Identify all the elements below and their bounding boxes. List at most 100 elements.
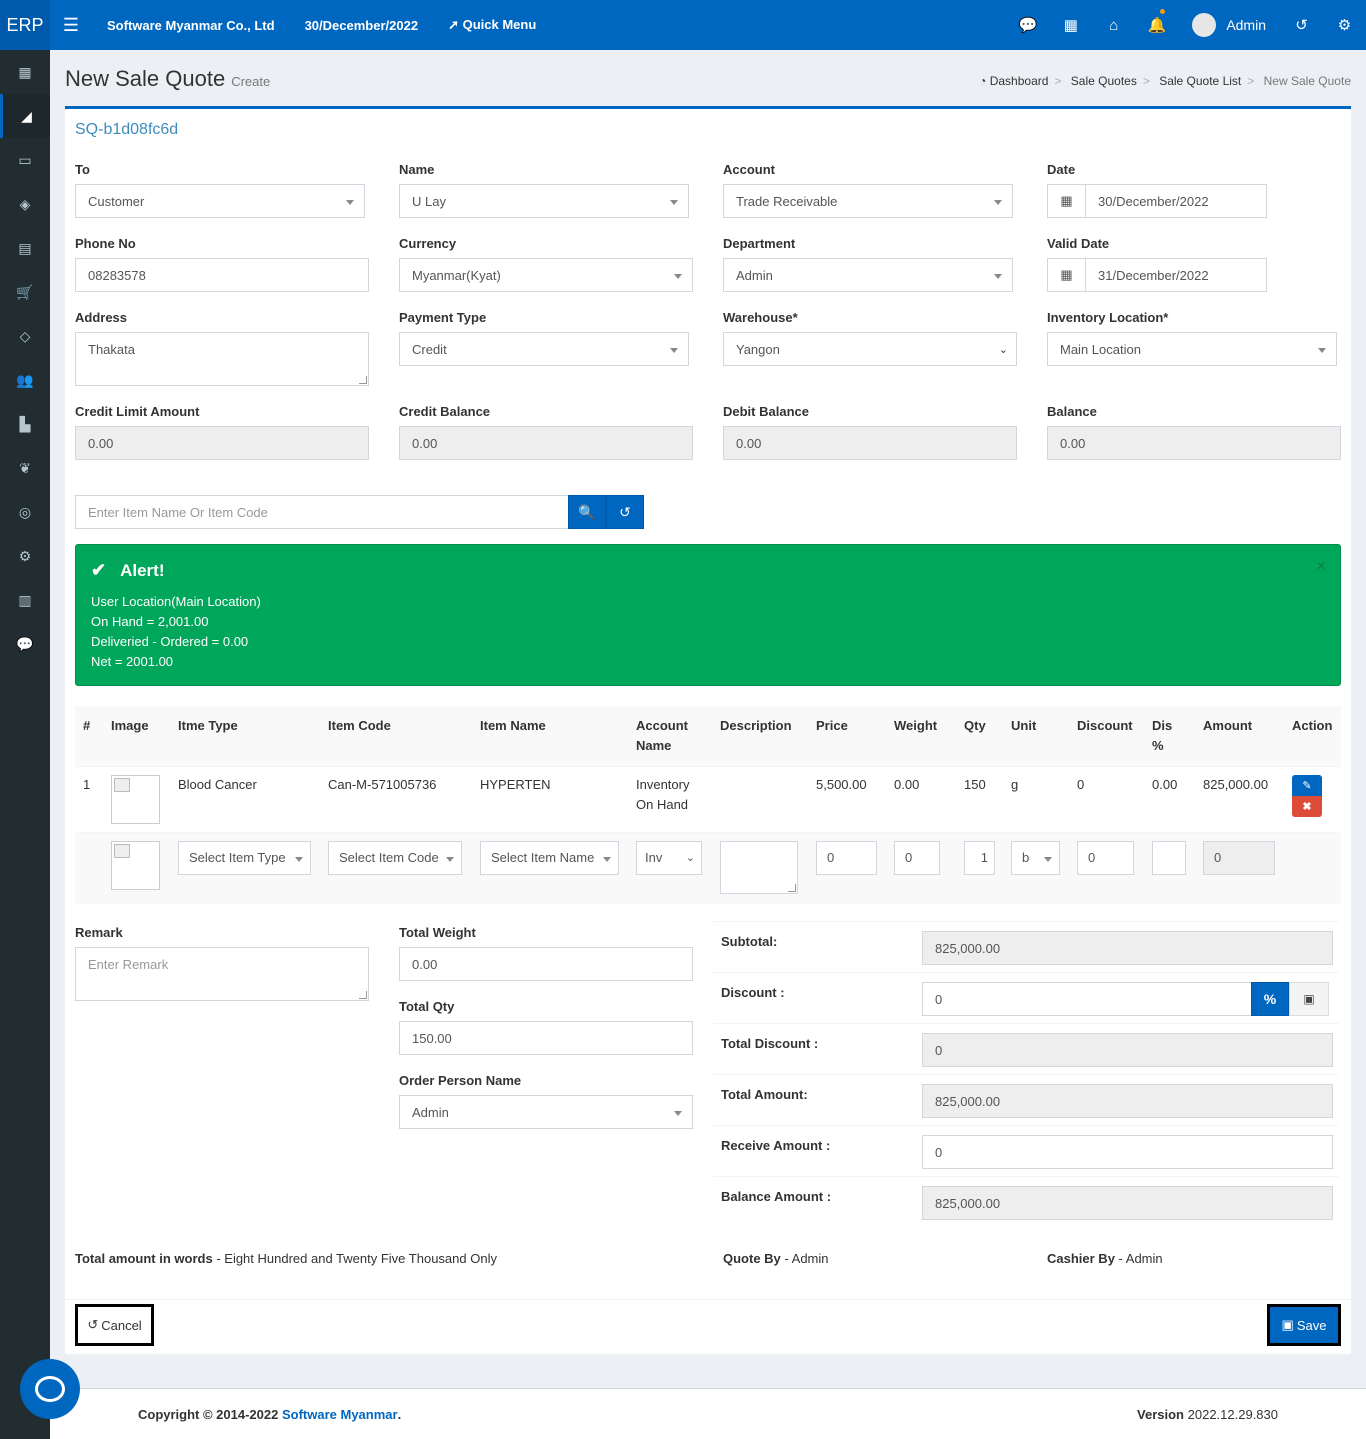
- item-code-select[interactable]: Select Item Code: [328, 841, 462, 875]
- valid-date-picker: ▦ 31/December/2022: [1047, 258, 1267, 292]
- address-label: Address: [75, 310, 128, 325]
- col-item-type: Itme Type: [170, 706, 320, 767]
- name-select[interactable]: U Lay: [399, 184, 689, 218]
- breadcrumb-dashboard[interactable]: Dashboard: [990, 74, 1049, 88]
- phone-input[interactable]: 08283578: [75, 258, 369, 292]
- save-button[interactable]: ▣ Save: [1267, 1304, 1341, 1346]
- chat-widget-button[interactable]: [20, 1359, 80, 1419]
- inventory-location-select[interactable]: Main Location: [1047, 332, 1337, 366]
- subtotal-label: Subtotal:: [721, 934, 778, 949]
- currency-select[interactable]: Myanmar(Kyat): [399, 258, 693, 292]
- quick-menu-button[interactable]: ➚ Quick Menu: [448, 17, 536, 33]
- price-input[interactable]: 0: [816, 841, 877, 875]
- calendar-icon[interactable]: ▦: [1047, 184, 1086, 218]
- history-icon[interactable]: ↺: [1280, 0, 1323, 50]
- alert-line: On Hand = 2,001.00: [91, 614, 209, 629]
- valid-date-label: Valid Date: [1047, 236, 1110, 251]
- user-menu[interactable]: Admin: [1178, 13, 1280, 37]
- sidebar-item-payments[interactable]: ▭: [0, 138, 50, 182]
- row-account-name: Inventory On Hand: [628, 766, 712, 833]
- payment-type-select[interactable]: Credit: [399, 332, 689, 366]
- total-discount-label: Total Discount :: [721, 1036, 819, 1051]
- discount-input[interactable]: 0: [1077, 841, 1134, 875]
- breadcrumb-sale-quotes[interactable]: Sale Quotes: [1071, 74, 1137, 88]
- to-select[interactable]: Customer: [75, 184, 365, 218]
- qty-input[interactable]: 1: [964, 841, 995, 875]
- bell-icon[interactable]: 🔔: [1135, 0, 1178, 50]
- area-chart-icon: ◢: [21, 107, 32, 124]
- sidebar-item-comments[interactable]: 💬: [0, 622, 50, 666]
- discount-label: Discount :: [721, 985, 785, 1000]
- receive-amount-label: Receive Amount :: [721, 1138, 831, 1153]
- sidebar-item-sales[interactable]: ◢: [0, 94, 50, 138]
- chat-bubble-icon: [35, 1376, 65, 1402]
- chat-icon[interactable]: 💬: [1006, 0, 1049, 50]
- sidebar-item-reports[interactable]: ▙: [0, 402, 50, 446]
- col-qty: Qty: [956, 706, 1003, 767]
- remark-textarea[interactable]: Enter Remark: [75, 947, 369, 1001]
- cash-discount-button[interactable]: ▣: [1289, 982, 1329, 1016]
- company-name[interactable]: Software Myanmar Co., Ltd: [107, 18, 275, 33]
- unit-select[interactable]: b: [1011, 841, 1060, 875]
- valid-date-input[interactable]: 31/December/2022: [1086, 258, 1267, 292]
- breadcrumb-sale-quote-list[interactable]: Sale Quote List: [1159, 74, 1241, 88]
- item-name-select[interactable]: Select Item Name: [480, 841, 619, 875]
- sidebar-item-clipboard[interactable]: ▤: [0, 226, 50, 270]
- money-icon: ▣: [1303, 992, 1315, 1006]
- calendar-icon[interactable]: ▦: [1047, 258, 1086, 292]
- menu-toggle-icon[interactable]: ☰: [50, 15, 92, 36]
- dis-percent-input[interactable]: [1152, 841, 1186, 875]
- department-select[interactable]: Admin: [723, 258, 1013, 292]
- table-row: 1 Blood Cancer Can-M-571005736 HYPERTEN …: [75, 766, 1341, 833]
- row-item-code: Can-M-571005736: [320, 766, 472, 833]
- percent-discount-button[interactable]: %: [1251, 982, 1289, 1016]
- sidebar-item-diamond[interactable]: ◇: [0, 314, 50, 358]
- items-table: # Image Itme Type Item Code Item Name Ac…: [75, 706, 1341, 904]
- description-textarea[interactable]: [720, 841, 798, 894]
- search-button[interactable]: 🔍: [568, 495, 606, 529]
- edit-row-button[interactable]: ✎: [1292, 775, 1322, 796]
- reset-search-button[interactable]: ↺: [606, 495, 644, 529]
- sidebar-item-settings[interactable]: ⚙: [0, 534, 50, 578]
- col-amount: Amount: [1195, 706, 1284, 767]
- account-select[interactable]: Inv ⌄: [636, 841, 702, 875]
- receive-amount-input[interactable]: 0: [922, 1135, 1333, 1169]
- debit-balance-label: Debit Balance: [723, 404, 809, 419]
- account-select[interactable]: Trade Receivable: [723, 184, 1013, 218]
- sidebar-item-products[interactable]: ◈: [0, 182, 50, 226]
- col-account-name: Account Name: [628, 706, 712, 767]
- weight-input[interactable]: 0: [894, 841, 940, 875]
- delete-row-button[interactable]: ✖: [1292, 796, 1322, 817]
- comment-icon: 💬: [16, 635, 34, 652]
- home-icon[interactable]: ⌂: [1092, 0, 1135, 50]
- total-discount-input[interactable]: 0: [922, 982, 1252, 1016]
- order-person-select[interactable]: Admin: [399, 1095, 693, 1129]
- sidebar-item-users[interactable]: 👥: [0, 358, 50, 402]
- sidebar-item-calculator[interactable]: ▦: [0, 50, 50, 94]
- sale-quote-form: SQ-b1d08fc6d To Customer Name U Lay Acco…: [65, 106, 1351, 1354]
- item-search-input[interactable]: Enter Item Name Or Item Code: [75, 495, 569, 529]
- cancel-button[interactable]: ↺ Cancel: [75, 1304, 154, 1346]
- sidebar-item-purchase[interactable]: 🛒: [0, 270, 50, 314]
- credit-balance-label: Credit Balance: [399, 404, 491, 419]
- sidebar-item-book[interactable]: ▥: [0, 578, 50, 622]
- address-textarea[interactable]: Thakata: [75, 332, 369, 386]
- sidebar-item-leaf[interactable]: ❦: [0, 446, 50, 490]
- warehouse-select[interactable]: Yangon ⌄: [723, 332, 1017, 366]
- item-type-select[interactable]: Select Item Type: [178, 841, 311, 875]
- cube-icon: ◈: [19, 195, 31, 212]
- col-item-name: Item Name: [472, 706, 628, 767]
- date-input[interactable]: 30/December/2022: [1086, 184, 1267, 218]
- close-icon: ✖: [1302, 800, 1312, 813]
- user-name: Admin: [1226, 17, 1266, 33]
- building-icon[interactable]: ▦: [1049, 0, 1092, 50]
- col-dis-percent: Dis %: [1144, 706, 1195, 767]
- close-icon[interactable]: ×: [1317, 558, 1326, 576]
- logo[interactable]: ERP: [0, 0, 50, 50]
- total-qty-field[interactable]: 150.00: [399, 1021, 693, 1055]
- rocket-icon: ➚: [448, 17, 459, 32]
- gear-icon[interactable]: ⚙: [1323, 0, 1366, 50]
- sidebar-item-support[interactable]: ◎: [0, 490, 50, 534]
- company-link[interactable]: Software Myanmar: [282, 1407, 398, 1422]
- total-weight-field[interactable]: 0.00: [399, 947, 693, 981]
